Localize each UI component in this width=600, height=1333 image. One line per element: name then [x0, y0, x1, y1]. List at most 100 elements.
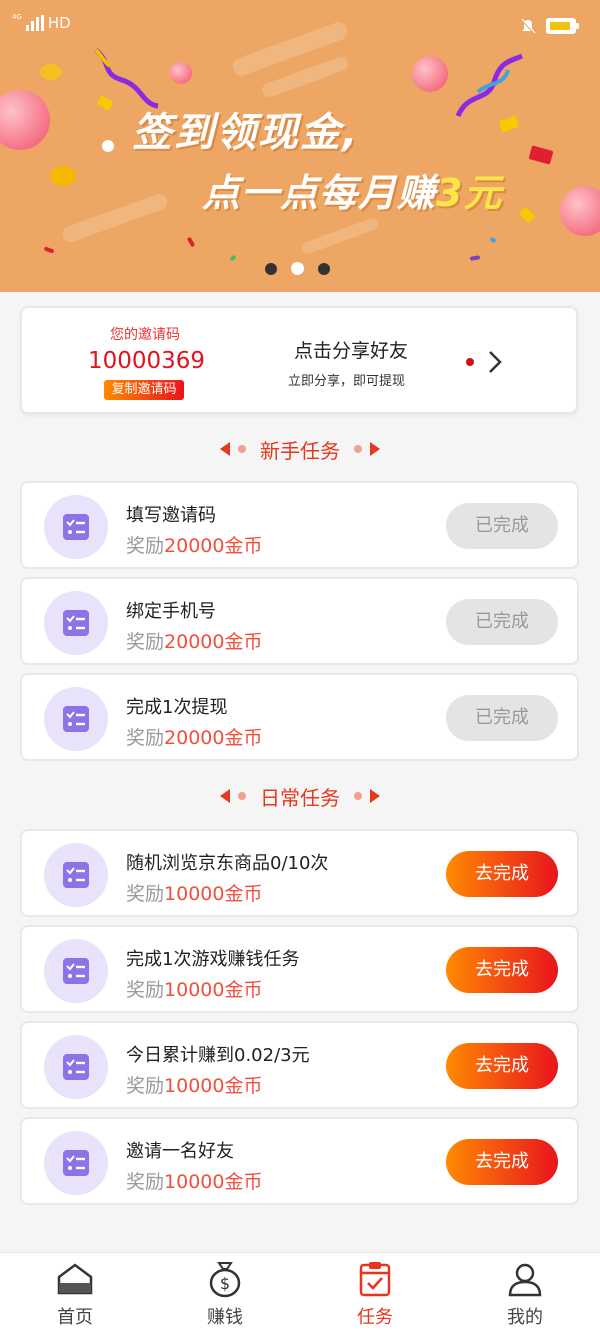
task-title: 完成1次提现 — [126, 697, 228, 718]
task-reward: 奖励10000金币 — [126, 975, 262, 1002]
nav-earn-label: 赚钱 — [207, 1307, 243, 1328]
task-reward-amount: 10000金币 — [164, 1075, 263, 1097]
nav-earn[interactable]: $ 赚钱 — [150, 1253, 300, 1333]
network-label: HD — [47, 14, 71, 32]
bottom-nav: 首页 $ 赚钱 任务 我的 — [0, 1252, 600, 1333]
home-icon — [57, 1263, 93, 1295]
nav-tasks[interactable]: 任务 — [300, 1253, 450, 1333]
task-reward-prefix: 奖励 — [126, 727, 165, 749]
status-bar-left: 4G HD — [12, 13, 71, 33]
invite-card: 您的邀请码 10000369 复制邀请码 点击分享好友 立即分享，即可提现 — [20, 306, 578, 414]
banner-balloon — [560, 186, 600, 236]
carousel-indicator — [265, 262, 330, 275]
dot-decoration — [238, 445, 246, 453]
nav-tasks-label: 任务 — [357, 1307, 393, 1328]
task-icon-badge — [44, 843, 108, 907]
share-friends-link[interactable]: 点击分享好友 立即分享，即可提现 — [262, 308, 580, 416]
task-reward-amount: 10000金币 — [164, 883, 263, 905]
nav-home[interactable]: 首页 — [0, 1253, 150, 1333]
task-completed-button[interactable]: 已完成 — [446, 599, 558, 645]
carousel-dot[interactable] — [318, 262, 330, 275]
task-title: 随机浏览京东商品0/10次 — [126, 853, 329, 874]
task-reward-prefix: 奖励 — [126, 1171, 165, 1193]
task-reward-prefix: 奖励 — [126, 1075, 165, 1097]
banner-decoration — [60, 191, 170, 245]
task-list-icon — [63, 958, 89, 984]
carousel-dot-active[interactable] — [291, 262, 304, 275]
task-list-icon — [63, 862, 89, 888]
task-card: 绑定手机号 奖励20000金币 已完成 — [20, 577, 579, 665]
banner-decoration — [102, 140, 114, 152]
invite-code-label: 您的邀请码 — [110, 327, 180, 343]
confetti — [489, 236, 497, 244]
task-card: 填写邀请码奖励20000金币 已完成 — [20, 481, 579, 569]
carousel-dot[interactable] — [265, 262, 277, 275]
confetti — [186, 236, 196, 248]
confetti — [229, 254, 237, 262]
task-reward-amount: 20000金币 — [164, 727, 263, 749]
nav-home-label: 首页 — [57, 1307, 93, 1328]
banner-headline: 签到领现金, — [132, 110, 360, 156]
task-card: 邀请一名好友 奖励10000金币 去完成 — [20, 1117, 579, 1205]
ribbon-decoration — [455, 53, 523, 118]
promo-banner[interactable]: 4G HD 签到领现金, 点一点每月赚3元 — [0, 0, 600, 292]
signal-type: 4G — [12, 13, 22, 21]
section-title-text: 新手任务 — [260, 438, 340, 463]
chevron-right-icon — [489, 351, 502, 373]
task-icon-badge — [44, 1035, 108, 1099]
section-title-text: 日常任务 — [260, 785, 340, 810]
banner-decoration — [300, 216, 380, 256]
task-completed-button[interactable]: 已完成 — [446, 695, 558, 741]
battery-icon — [546, 18, 579, 34]
nav-mine-label: 我的 — [507, 1307, 543, 1328]
confetti — [518, 206, 536, 224]
confetti — [469, 255, 481, 261]
triangle-right-icon — [370, 442, 380, 456]
task-go-complete-button[interactable]: 去完成 — [446, 851, 558, 897]
task-clipboard-icon — [359, 1262, 391, 1297]
task-reward: 奖励10000金币 — [126, 879, 262, 906]
daily-section-title: 日常任务 — [0, 781, 600, 811]
triangle-left-icon — [220, 442, 230, 456]
banner-subheadline: 点一点每月赚3元 — [202, 162, 502, 217]
task-card: 随机浏览京东商品0/10次 奖励10000金币 去完成 — [20, 829, 579, 917]
dot-decoration — [354, 792, 362, 800]
task-reward-amount: 20000金币 — [164, 535, 263, 557]
nav-mine[interactable]: 我的 — [450, 1253, 600, 1333]
banner-subheadline-text: 点一点每月赚 — [202, 171, 437, 215]
task-completed-button[interactable]: 已完成 — [446, 503, 558, 549]
task-list-icon — [63, 1054, 89, 1080]
invite-code-value: 10000369 — [88, 348, 206, 374]
task-list-icon — [63, 706, 89, 732]
task-reward-prefix: 奖励 — [126, 979, 165, 1001]
task-go-complete-button[interactable]: 去完成 — [446, 947, 558, 993]
task-card: 今日累计赚到0.02/3元 奖励10000金币 去完成 — [20, 1021, 579, 1109]
task-reward-prefix: 奖励 — [126, 883, 165, 905]
task-icon-badge — [44, 687, 108, 751]
task-reward-prefix: 奖励 — [126, 535, 165, 557]
banner-balloon — [170, 62, 192, 84]
task-title: 完成1次游戏赚钱任务 — [126, 949, 300, 970]
task-reward: 奖励20000金币 — [126, 531, 262, 558]
confetti — [528, 145, 554, 165]
task-reward-amount: 20000金币 — [164, 631, 263, 653]
task-reward-prefix: 奖励 — [126, 631, 165, 653]
share-title: 点击分享好友 — [294, 340, 409, 362]
coin-decoration — [40, 64, 62, 80]
task-card: 完成1次提现 奖励20000金币 已完成 — [20, 673, 579, 761]
task-reward: 奖励20000金币 — [126, 627, 262, 654]
copy-invite-code-button[interactable]: 复制邀请码 — [104, 380, 184, 400]
coin-decoration — [50, 166, 76, 186]
task-list-icon — [63, 1150, 89, 1176]
task-reward-amount: 10000金币 — [164, 1171, 263, 1193]
status-bar-right — [520, 18, 579, 34]
mute-icon — [521, 18, 536, 34]
task-title: 填写邀请码 — [126, 505, 216, 526]
banner-balloon — [412, 56, 448, 92]
task-go-complete-button[interactable]: 去完成 — [446, 1139, 558, 1185]
task-card: 完成1次游戏赚钱任务奖励10000金币 去完成 — [20, 925, 579, 1013]
money-bag-icon: $ — [209, 1262, 241, 1298]
share-subtitle: 立即分享，即可提现 — [288, 374, 406, 389]
task-title: 今日累计赚到0.02/3元 — [126, 1045, 310, 1066]
task-go-complete-button[interactable]: 去完成 — [446, 1043, 558, 1089]
